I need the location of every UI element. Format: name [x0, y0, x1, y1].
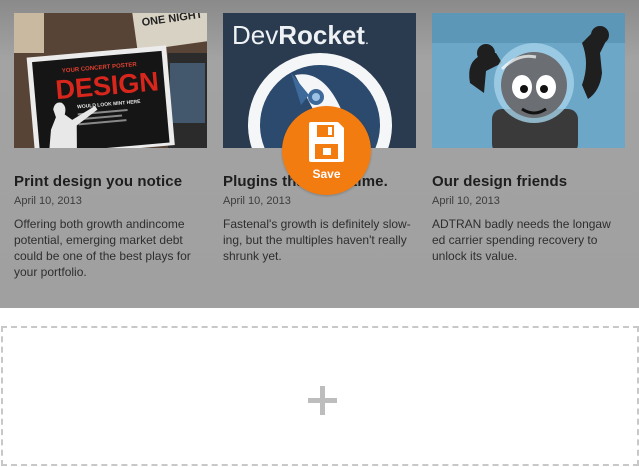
- floppy-disk-icon: [307, 120, 346, 169]
- post-date: April 10, 2013: [223, 195, 291, 207]
- post-date: April 10, 2013: [432, 195, 500, 207]
- content-block-selected[interactable]: ONE NIGHT YOUR CONCERT POSTER DESIGN WOU…: [0, 0, 639, 308]
- post-excerpt: Fastenal's growth is definitely slow-ing…: [223, 217, 411, 263]
- post-card[interactable]: Our design friends April 10, 2013 ADTRAN…: [432, 13, 625, 264]
- add-block-zone[interactable]: [1, 326, 639, 466]
- design-poster-image[interactable]: ONE NIGHT YOUR CONCERT POSTER DESIGN WOU…: [14, 13, 207, 148]
- plus-icon[interactable]: [308, 386, 337, 420]
- save-button[interactable]: Save: [282, 106, 371, 195]
- save-label: Save: [312, 167, 341, 181]
- post-card[interactable]: ONE NIGHT YOUR CONCERT POSTER DESIGN WOU…: [14, 13, 207, 280]
- post-title[interactable]: Our design friends: [432, 173, 625, 190]
- post-date: April 10, 2013: [14, 195, 82, 207]
- svg-text:DevRocket.: DevRocket.: [232, 20, 369, 50]
- post-excerpt: ADTRAN badly needs the longaw ed carrier…: [432, 217, 611, 263]
- post-title[interactable]: Print design you notice: [14, 173, 207, 190]
- post-excerpt: Offering both growth andincome potential…: [14, 217, 191, 279]
- astronaut-robot-image[interactable]: [432, 13, 625, 148]
